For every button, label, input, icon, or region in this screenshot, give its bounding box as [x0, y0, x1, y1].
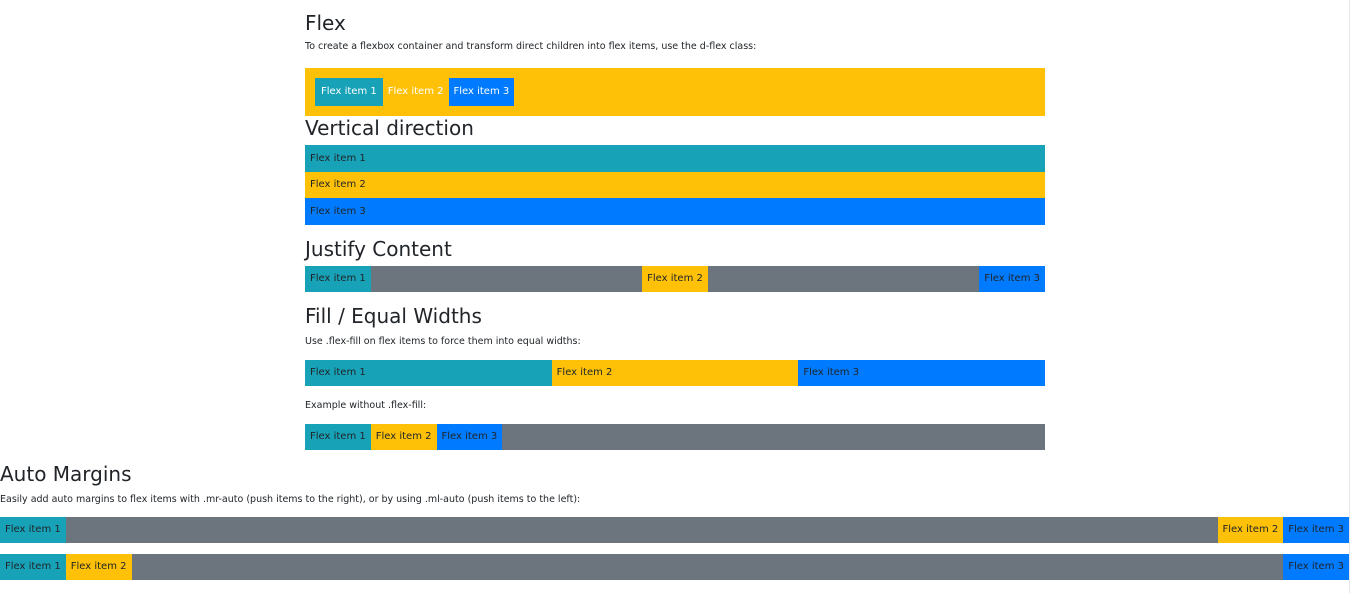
auto-row2-item-2: Flex item 2 [65, 554, 132, 580]
auto-row2-item-3: Flex item 3 [1283, 554, 1349, 580]
auto-margins-heading: Auto Margins [0, 462, 132, 486]
flex-item-1: Flex item 1 [315, 78, 383, 106]
flex-heading: Flex [305, 11, 346, 35]
auto-margins-row-1: Flex item 1 Flex item 2 Flex item 3 [0, 517, 1349, 543]
vertical-section: Vertical direction Flex item 1 Flex item… [305, 116, 1045, 225]
auto-row2-item-1: Flex item 1 [0, 554, 66, 580]
fill-item-2: Flex item 2 [551, 360, 799, 386]
auto-row1-item-3: Flex item 3 [1283, 517, 1349, 543]
without-fill-item-1: Flex item 1 [305, 424, 371, 450]
justify-item-3: Flex item 3 [979, 266, 1045, 292]
auto-margins-description: Easily add auto margins to flex items wi… [0, 494, 581, 505]
fill-description: Use .flex-fill on flex items to force th… [305, 336, 581, 347]
fill-section: Fill / Equal Widths Use .flex-fill on fl… [305, 304, 1046, 450]
flex-section: Flex To create a flexbox container and t… [305, 11, 1045, 116]
without-fill-item-3: Flex item 3 [436, 424, 503, 450]
without-fill-item-2: Flex item 2 [370, 424, 437, 450]
fill-item-1: Flex item 1 [305, 360, 552, 386]
flex-item-3: Flex item 3 [448, 78, 515, 106]
without-fill-demo-container: Flex item 1 Flex item 2 Flex item 3 [305, 424, 1045, 450]
auto-margins-section: Auto Margins Easily add auto margins to … [0, 462, 1349, 580]
vertical-item-2: Flex item 2 [305, 172, 1045, 198]
auto-margins-row-2: Flex item 1 Flex item 2 Flex item 3 [0, 554, 1349, 580]
flex-demo-container: Flex item 1 Flex item 2 Flex item 3 [305, 68, 1045, 116]
auto-row1-item-2: Flex item 2 [1217, 517, 1284, 543]
fill-demo-container: Flex item 1 Flex item 2 Flex item 3 [305, 360, 1046, 386]
fill-item-3: Flex item 3 [798, 360, 1046, 386]
justify-demo-container: Flex item 1 Flex item 2 Flex item 3 [305, 266, 1045, 292]
without-fill-description: Example without .flex-fill: [305, 400, 427, 411]
vertical-item-3: Flex item 3 [305, 198, 1045, 225]
auto-row1-item-1: Flex item 1 [0, 517, 66, 543]
flex-item-2: Flex item 2 [382, 78, 449, 106]
vertical-demo-container: Flex item 1 Flex item 2 Flex item 3 [305, 145, 1045, 225]
justify-item-2: Flex item 2 [642, 266, 708, 292]
justify-item-1: Flex item 1 [305, 266, 371, 292]
flex-description: To create a flexbox container and transf… [305, 41, 757, 52]
vertical-heading: Vertical direction [305, 116, 474, 140]
justify-section: Justify Content Flex item 1 Flex item 2 … [305, 237, 1045, 292]
fill-heading: Fill / Equal Widths [305, 304, 482, 328]
justify-heading: Justify Content [305, 237, 452, 261]
vertical-item-1: Flex item 1 [305, 145, 1045, 172]
